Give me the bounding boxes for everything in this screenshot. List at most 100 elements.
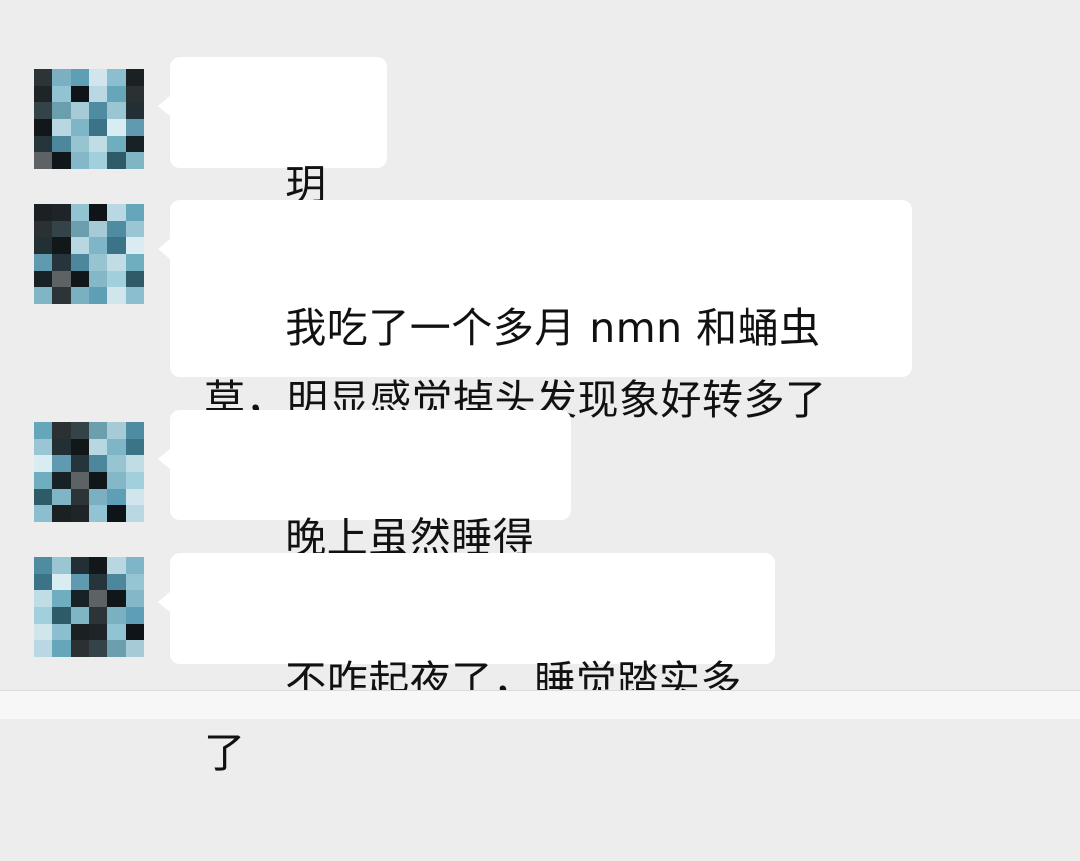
avatar-mosaic-tile: [34, 253, 53, 271]
avatar-mosaic-tile: [34, 204, 53, 221]
avatar-mosaic-tile: [107, 287, 126, 304]
avatar-mosaic-tile: [107, 118, 126, 136]
avatar-mosaic-tile: [70, 422, 89, 439]
avatar-mosaic-tile: [52, 471, 71, 489]
avatar-mosaic-tile: [34, 488, 53, 506]
avatar-mosaic-tile: [52, 422, 71, 439]
avatar-mosaic-tile: [89, 253, 108, 271]
avatar-mosaic-tile: [34, 270, 53, 288]
avatar-mosaic-tile: [107, 102, 126, 119]
avatar-mosaic-tile: [34, 557, 53, 574]
avatar-mosaic-tile: [107, 135, 126, 153]
avatar-mosaic-tile: [107, 488, 126, 506]
avatar-mosaic-tile: [89, 455, 108, 472]
avatar-mosaic-tile: [52, 505, 71, 522]
avatar-mosaic-tile: [70, 69, 89, 86]
avatar-mosaic-tile: [52, 623, 71, 641]
avatar-mosaic-tile: [70, 606, 89, 624]
avatar-mosaic-tile: [107, 573, 126, 591]
avatar-mosaic-tile: [89, 606, 108, 624]
avatar-mosaic-tile: [125, 237, 144, 254]
avatar-mosaic-tile: [125, 422, 144, 439]
avatar-mosaic-tile: [70, 118, 89, 136]
avatar-mosaic-tile: [125, 590, 144, 607]
avatar-mosaic-tile: [89, 471, 108, 489]
avatar-mosaic-tile: [125, 69, 144, 86]
avatar-mosaic-tile: [70, 270, 89, 288]
avatar-mosaic-tile: [107, 152, 126, 169]
avatar-mosaic-tile: [34, 118, 53, 136]
avatar-mosaic-tile: [125, 118, 144, 136]
avatar-mosaic-tile: [52, 85, 71, 103]
avatar-mosaic-tile: [34, 85, 53, 103]
avatar-mosaic-tile: [125, 253, 144, 271]
avatar-mosaic-tile: [89, 488, 108, 506]
message-text: 我吃了一个多月 nmn 和蛹虫草，明显感觉掉头发现象好转多了: [204, 304, 827, 424]
avatar-mosaic-tile: [70, 135, 89, 153]
message-bubble[interactable]: 玥仙女,: [158, 57, 387, 281]
avatar-mosaic-tile: [52, 287, 71, 304]
avatar-mosaic-tile: [34, 640, 53, 657]
avatar-mosaic-tile: [89, 220, 108, 238]
avatar-mosaic-tile: [89, 237, 108, 254]
avatar[interactable]: [34, 557, 144, 657]
chat-bottom-bar: [0, 690, 1080, 719]
avatar-mosaic-tile: [70, 573, 89, 591]
avatar-mosaic-tile: [125, 505, 144, 522]
message-bubble[interactable]: 晚上虽然睡得晚,: [158, 410, 571, 634]
message-bubble[interactable]: 不咋起夜了，睡觉踏实多了: [158, 553, 775, 777]
avatar-mosaic-tile: [89, 270, 108, 288]
avatar-mosaic-tile: [52, 270, 71, 288]
avatar-mosaic-tile: [125, 471, 144, 489]
avatar-mosaic-tile: [52, 640, 71, 657]
avatar-mosaic-tile: [125, 488, 144, 506]
avatar-mosaic-tile: [34, 135, 53, 153]
avatar-mosaic-tile: [125, 573, 144, 591]
avatar-mosaic-tile: [89, 505, 108, 522]
avatar-mosaic-tile: [34, 69, 53, 86]
avatar-mosaic-tile: [70, 85, 89, 103]
avatar-mosaic-tile: [125, 557, 144, 574]
avatar-mosaic-tile: [52, 438, 71, 456]
avatar-mosaic-tile: [52, 204, 71, 221]
avatar-mosaic-tile: [52, 573, 71, 591]
avatar-mosaic-tile: [34, 220, 53, 238]
avatar-mosaic-tile: [70, 590, 89, 607]
avatar-mosaic-tile: [125, 204, 144, 221]
avatar-mosaic-tile: [52, 455, 71, 472]
avatar-mosaic-tile: [52, 253, 71, 271]
avatar-mosaic-tile: [52, 488, 71, 506]
avatar-mosaic-tile: [107, 438, 126, 456]
avatar-mosaic-tile: [70, 102, 89, 119]
avatar-mosaic-tile: [70, 438, 89, 456]
message-bubble[interactable]: 我吃了一个多月 nmn 和蛹虫草，明显感觉掉头发现象好转多了: [158, 200, 912, 424]
avatar-mosaic-tile: [70, 640, 89, 657]
avatar-mosaic-tile: [89, 69, 108, 86]
avatar-mosaic-tile: [34, 237, 53, 254]
avatar[interactable]: [34, 69, 144, 169]
avatar-mosaic-tile: [34, 287, 53, 304]
avatar-mosaic-tile: [125, 85, 144, 103]
avatar-mosaic-tile: [34, 102, 53, 119]
avatar[interactable]: [34, 422, 144, 522]
avatar-mosaic-tile: [107, 220, 126, 238]
avatar[interactable]: [34, 204, 144, 304]
avatar-mosaic-tile: [89, 623, 108, 641]
avatar-mosaic-tile: [52, 590, 71, 607]
avatar-mosaic-tile: [89, 422, 108, 439]
avatar-mosaic-tile: [107, 640, 126, 657]
avatar-mosaic-tile: [70, 455, 89, 472]
avatar-mosaic-tile: [89, 287, 108, 304]
avatar-mosaic-tile: [89, 118, 108, 136]
avatar-mosaic-tile: [125, 152, 144, 169]
avatar-mosaic-tile: [89, 590, 108, 607]
avatar-mosaic-tile: [34, 422, 53, 439]
avatar-mosaic-tile: [107, 505, 126, 522]
avatar-mosaic-tile: [107, 69, 126, 86]
avatar-mosaic-tile: [107, 253, 126, 271]
avatar-mosaic-tile: [34, 471, 53, 489]
avatar-mosaic-tile: [89, 135, 108, 153]
avatar-mosaic-tile: [125, 102, 144, 119]
avatar-mosaic-tile: [89, 102, 108, 119]
avatar-mosaic-tile: [70, 237, 89, 254]
